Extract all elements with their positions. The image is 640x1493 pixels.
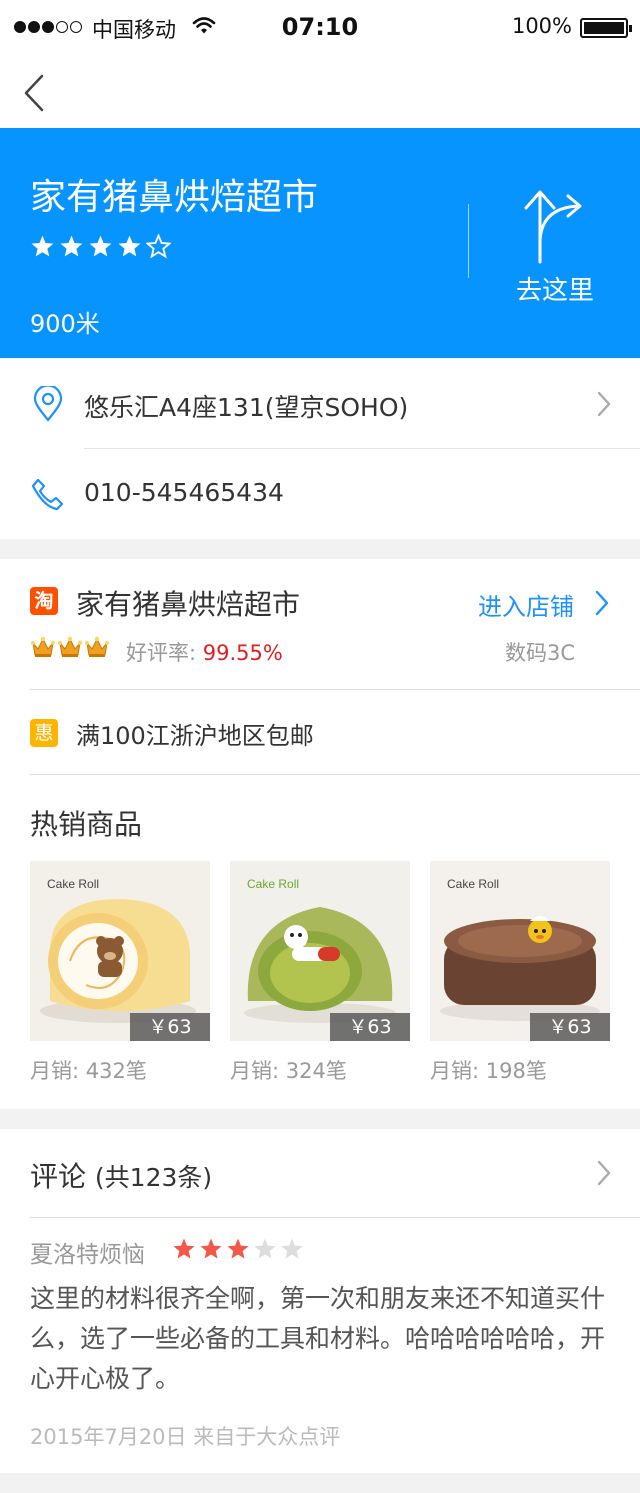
address-text: 悠乐汇A4座131(望京SOHO) (84, 393, 409, 422)
reviews-title-label: 评论 (30, 1160, 87, 1193)
crown-icon (31, 636, 55, 657)
location-pin-icon (33, 386, 63, 422)
product-image: Cake Roll ￥63 (430, 861, 610, 1041)
row-divider (30, 1217, 640, 1218)
crown-icon (85, 636, 109, 657)
star-filled-icon (60, 235, 83, 257)
product-price: ￥63 (530, 1013, 610, 1041)
phone-icon (31, 478, 64, 511)
route-arrow-icon (524, 190, 582, 264)
shop-name: 家有猪鼻烘焙超市 (30, 177, 319, 218)
battery-icon (580, 18, 632, 38)
row-divider (30, 689, 640, 690)
star-filled-icon (89, 235, 112, 257)
reviews-header[interactable]: 评论 (共123条) (0, 1129, 640, 1217)
back-button[interactable] (18, 64, 58, 120)
positive-rate-label: 好评率: (126, 641, 203, 665)
promo-text: 满100江浙沪地区包邮 (76, 722, 314, 750)
store-card: 淘 家有猪鼻烘焙超市 进入店铺 好评率: 99.55% 数码3C 惠 满100江… (0, 559, 640, 1109)
navigate-label: 去这里 (515, 276, 594, 306)
reviews-title: 评论 (共123条) (30, 1155, 212, 1195)
positive-rate: 好评率: 99.55% (126, 637, 283, 667)
product-sales: 月销: 324笔 (230, 1059, 347, 1083)
chevron-right-icon (597, 391, 611, 417)
product-price: ￥63 (130, 1013, 210, 1041)
review-rating-stars (172, 1237, 304, 1261)
enter-store-label: 进入店铺 (478, 593, 574, 621)
shop-distance: 900米 (30, 310, 100, 338)
store-name: 家有猪鼻烘焙超市 (76, 588, 301, 621)
contact-card: 悠乐汇A4座131(望京SOHO) 010-545465434 (0, 358, 640, 539)
promo-badge: 惠 (30, 719, 58, 747)
seller-level-crowns (30, 635, 110, 659)
hot-products-title: 热销商品 (30, 808, 143, 841)
star-empty-icon (146, 234, 171, 259)
product-card[interactable]: Cake Roll ￥63 月销: 432笔 (30, 861, 210, 1085)
navigate-button[interactable]: 去这里 (470, 168, 640, 318)
chevron-right-icon (597, 1160, 611, 1186)
product-image: Cake Roll ￥63 (30, 861, 210, 1041)
product-brand: Cake Roll (47, 877, 100, 891)
battery-percent: 100% (511, 14, 572, 38)
shop-rating-stars (30, 234, 171, 259)
row-divider (30, 774, 640, 775)
product-brand: Cake Roll (247, 877, 300, 891)
star-empty-icon (254, 1238, 276, 1259)
product-card[interactable]: Cake Roll ￥63 月销: 324笔 (230, 861, 410, 1085)
address-row[interactable]: 悠乐汇A4座131(望京SOHO) (0, 358, 640, 448)
product-image: Cake Roll ￥63 (230, 861, 410, 1041)
star-filled-icon (227, 1238, 249, 1259)
star-filled-icon (118, 235, 141, 257)
star-filled-icon (31, 235, 54, 257)
product-price: ￥63 (330, 1013, 410, 1041)
review-meta: 2015年7月20日 来自于大众点评 (30, 1425, 341, 1449)
star-filled-icon (200, 1238, 222, 1259)
phone-number: 010-545465434 (84, 478, 284, 507)
taobao-badge: 淘 (30, 587, 58, 615)
status-bar: 中国移动 07:10 100% (0, 0, 640, 56)
star-empty-icon (281, 1238, 303, 1259)
product-brand: Cake Roll (447, 877, 500, 891)
star-filled-icon (173, 1238, 195, 1259)
enter-store-button[interactable]: 进入店铺 (478, 587, 618, 623)
reviews-card: 评论 (共123条) 夏洛特烦恼 这里的材料很齐全啊，第一次和朋友来还不知道买什… (0, 1129, 640, 1473)
review-author: 夏洛特烦恼 (30, 1242, 145, 1268)
crown-icon (58, 636, 82, 657)
shop-header: 家有猪鼻烘焙超市 900米 去这里 (0, 128, 640, 358)
positive-rate-value: 99.55% (202, 641, 283, 665)
phone-row[interactable]: 010-545465434 (0, 448, 640, 538)
review-text: 这里的材料很齐全啊，第一次和朋友来还不知道买什么，选了一些必备的工具和材料。哈哈… (30, 1284, 606, 1393)
divider (468, 204, 469, 278)
product-sales: 月销: 432笔 (30, 1059, 147, 1083)
product-sales: 月销: 198笔 (430, 1059, 547, 1083)
nav-bar (0, 56, 640, 128)
reviews-count: (共123条) (94, 1163, 213, 1192)
product-card[interactable]: Cake Roll ￥63 月销: 198笔 (430, 861, 610, 1085)
chevron-left-icon (24, 74, 44, 112)
store-category: 数码3C (505, 641, 576, 665)
chevron-right-icon (595, 590, 609, 616)
